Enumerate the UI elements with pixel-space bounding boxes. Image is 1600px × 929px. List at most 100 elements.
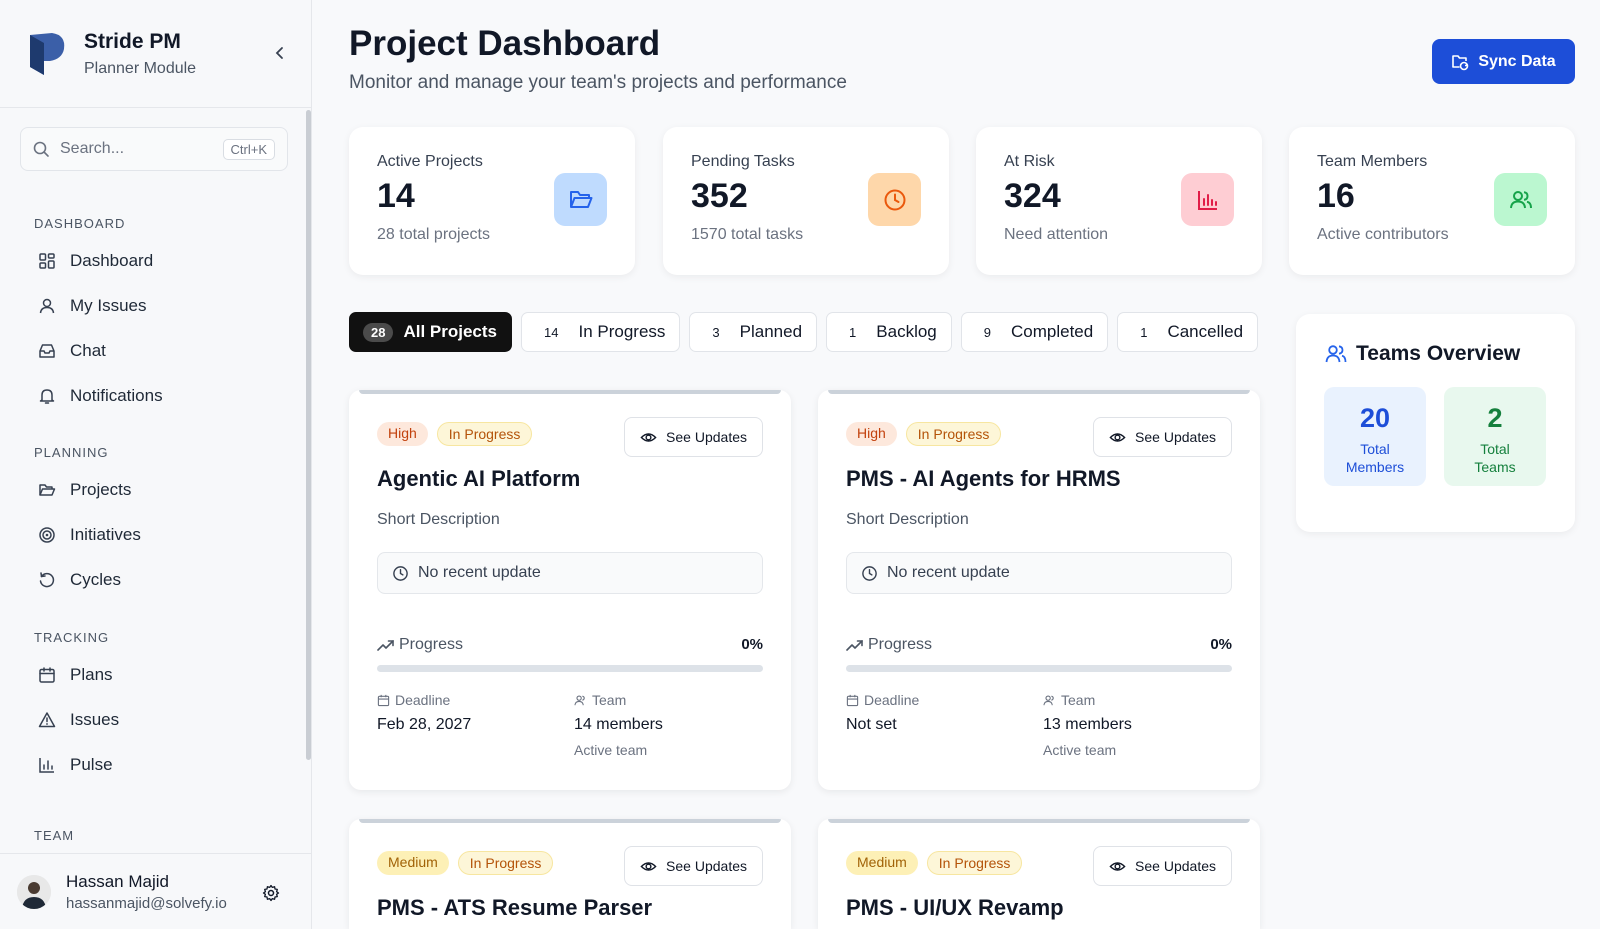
sidebar-item-chat[interactable]: Chat (0, 328, 305, 373)
stat-icon-box (1494, 173, 1547, 226)
total-teams-label: Total Teams (1474, 441, 1516, 475)
filter-label: Backlog (876, 322, 937, 341)
nav-heading-tracking: TRACKING (34, 630, 110, 645)
project-card[interactable]: Medium In Progress See Updates PMS - ATS… (349, 819, 791, 929)
see-updates-button[interactable]: See Updates (1093, 846, 1232, 886)
project-card[interactable]: High In Progress See Updates Agentic AI … (349, 390, 791, 790)
brand-title: Stride PM (84, 29, 181, 53)
filter-label: Planned (739, 322, 803, 341)
search-icon (33, 141, 49, 157)
recent-update-text: No recent update (418, 564, 541, 581)
inbox-icon (39, 343, 55, 358)
card-top-bar (359, 390, 781, 394)
priority-badge: Medium (846, 851, 918, 875)
deadline-label: Deadline (395, 692, 451, 708)
project-card[interactable]: High In Progress See Updates PMS - AI Ag… (818, 390, 1260, 790)
brand-subtitle: Planner Module (84, 59, 197, 77)
search-input[interactable]: Search... Ctrl+K (20, 127, 288, 171)
recent-update-box: No recent update (377, 552, 763, 594)
user-icon (39, 298, 55, 313)
sidebar-item-pulse[interactable]: Pulse (0, 742, 305, 787)
project-title: PMS - AI Agents for HRMS (846, 466, 1121, 491)
sync-data-label: Sync Data (1478, 52, 1556, 70)
eye-icon (1109, 861, 1126, 871)
sidebar-item-plans[interactable]: Plans (0, 652, 305, 697)
user-email: hassanmajid@solvefy.io (66, 894, 227, 912)
user-profile[interactable]: Hassan Majid hassanmajid@solvefy.io (0, 853, 312, 929)
gear-icon[interactable] (262, 884, 280, 902)
nav-section-tracking: TRACKING Plans Issues Pulse (0, 630, 305, 787)
filter-tab-cancelled[interactable]: 1 Cancelled (1117, 312, 1259, 352)
see-updates-button[interactable]: See Updates (624, 417, 763, 457)
filter-count: 3 (712, 324, 720, 340)
clock-icon (862, 565, 877, 581)
search-shortcut-badge: Ctrl+K (222, 138, 275, 160)
stat-label: At Risk (1004, 153, 1055, 170)
team-label: Team (592, 692, 627, 708)
sidebar-item-label: Cycles (70, 569, 122, 589)
see-updates-button[interactable]: See Updates (624, 846, 763, 886)
filter-tab-backlog[interactable]: 1 Backlog (826, 312, 952, 352)
status-badge: In Progress (436, 422, 533, 446)
filter-label: All Projects (403, 322, 498, 341)
project-filter-tabs: 28 All Projects 14 In Progress 3 Planned 1 B… (349, 312, 1259, 352)
sidebar-item-label: Initiatives (70, 524, 141, 544)
see-updates-label: See Updates (666, 429, 747, 445)
sidebar-scrollbar[interactable] (306, 110, 311, 760)
trending-up-icon (377, 640, 394, 651)
sidebar-item-my-issues[interactable]: My Issues (0, 283, 305, 328)
sidebar-item-cycles[interactable]: Cycles (0, 557, 305, 602)
page-subtitle: Monitor and manage your team's projects … (349, 72, 847, 93)
see-updates-button[interactable]: See Updates (1093, 417, 1232, 457)
filter-count: 1 (1140, 324, 1148, 340)
stat-label: Active Projects (377, 153, 483, 170)
stat-icon-box (868, 173, 921, 226)
progress-percent: 0% (1210, 636, 1232, 653)
status-badge: In Progress (905, 422, 1002, 446)
sidebar-item-dashboard[interactable]: Dashboard (0, 238, 305, 283)
status-badge: In Progress (457, 851, 554, 875)
team-label: Team (1061, 692, 1096, 708)
sidebar-item-initiatives[interactable]: Initiatives (0, 512, 305, 557)
bell-icon (39, 388, 55, 404)
filter-tab-in-progress[interactable]: 14 In Progress (521, 312, 681, 352)
sidebar-item-label: My Issues (70, 295, 147, 315)
deadline-value: Not set (846, 716, 897, 733)
see-updates-label: See Updates (666, 858, 747, 874)
sidebar: Stride PM Planner Module Search... Ctrl+… (0, 0, 312, 929)
progress-percent: 0% (741, 636, 763, 653)
user-name: Hassan Majid (66, 871, 169, 891)
recent-update-box: No recent update (846, 552, 1232, 594)
users-icon (1325, 345, 1347, 363)
project-card[interactable]: Medium In Progress See Updates PMS - UI/… (818, 819, 1260, 929)
collapse-sidebar-button[interactable] (269, 42, 291, 64)
bar-chart-icon (1197, 190, 1217, 210)
folder-open-icon (39, 483, 56, 496)
sidebar-item-issues[interactable]: Issues (0, 697, 305, 742)
progress-row: Progress 0% (377, 636, 763, 654)
deadline-label-row: Deadline (846, 692, 919, 708)
sidebar-item-label: Notifications (70, 385, 163, 405)
filter-count: 1 (849, 324, 857, 340)
filter-tab-planned[interactable]: 3 Planned (689, 312, 818, 352)
trending-up-icon (846, 640, 863, 651)
avatar (17, 874, 51, 909)
stat-card-at-risk: At Risk 324 Need attention (976, 127, 1262, 275)
eye-icon (640, 432, 657, 442)
stat-footnote: 1570 total tasks (691, 226, 804, 243)
project-title: Agentic AI Platform (377, 466, 581, 491)
filter-tab-completed[interactable]: 9 Completed (960, 312, 1109, 352)
rotate-icon (39, 571, 55, 587)
users-icon (1043, 694, 1054, 705)
stat-footnote: 28 total projects (377, 226, 490, 243)
sync-data-button[interactable]: Sync Data (1432, 39, 1575, 84)
filter-label: Completed (1011, 322, 1094, 341)
progress-label: Progress (868, 636, 933, 653)
filter-label: Cancelled (1167, 322, 1244, 341)
sidebar-item-notifications[interactable]: Notifications (0, 373, 305, 418)
priority-badge: Medium (377, 851, 449, 875)
priority-badge: High (377, 422, 428, 446)
sidebar-item-projects[interactable]: Projects (0, 467, 305, 512)
eye-icon (1109, 432, 1126, 442)
filter-tab-all-projects[interactable]: 28 All Projects (349, 312, 513, 352)
